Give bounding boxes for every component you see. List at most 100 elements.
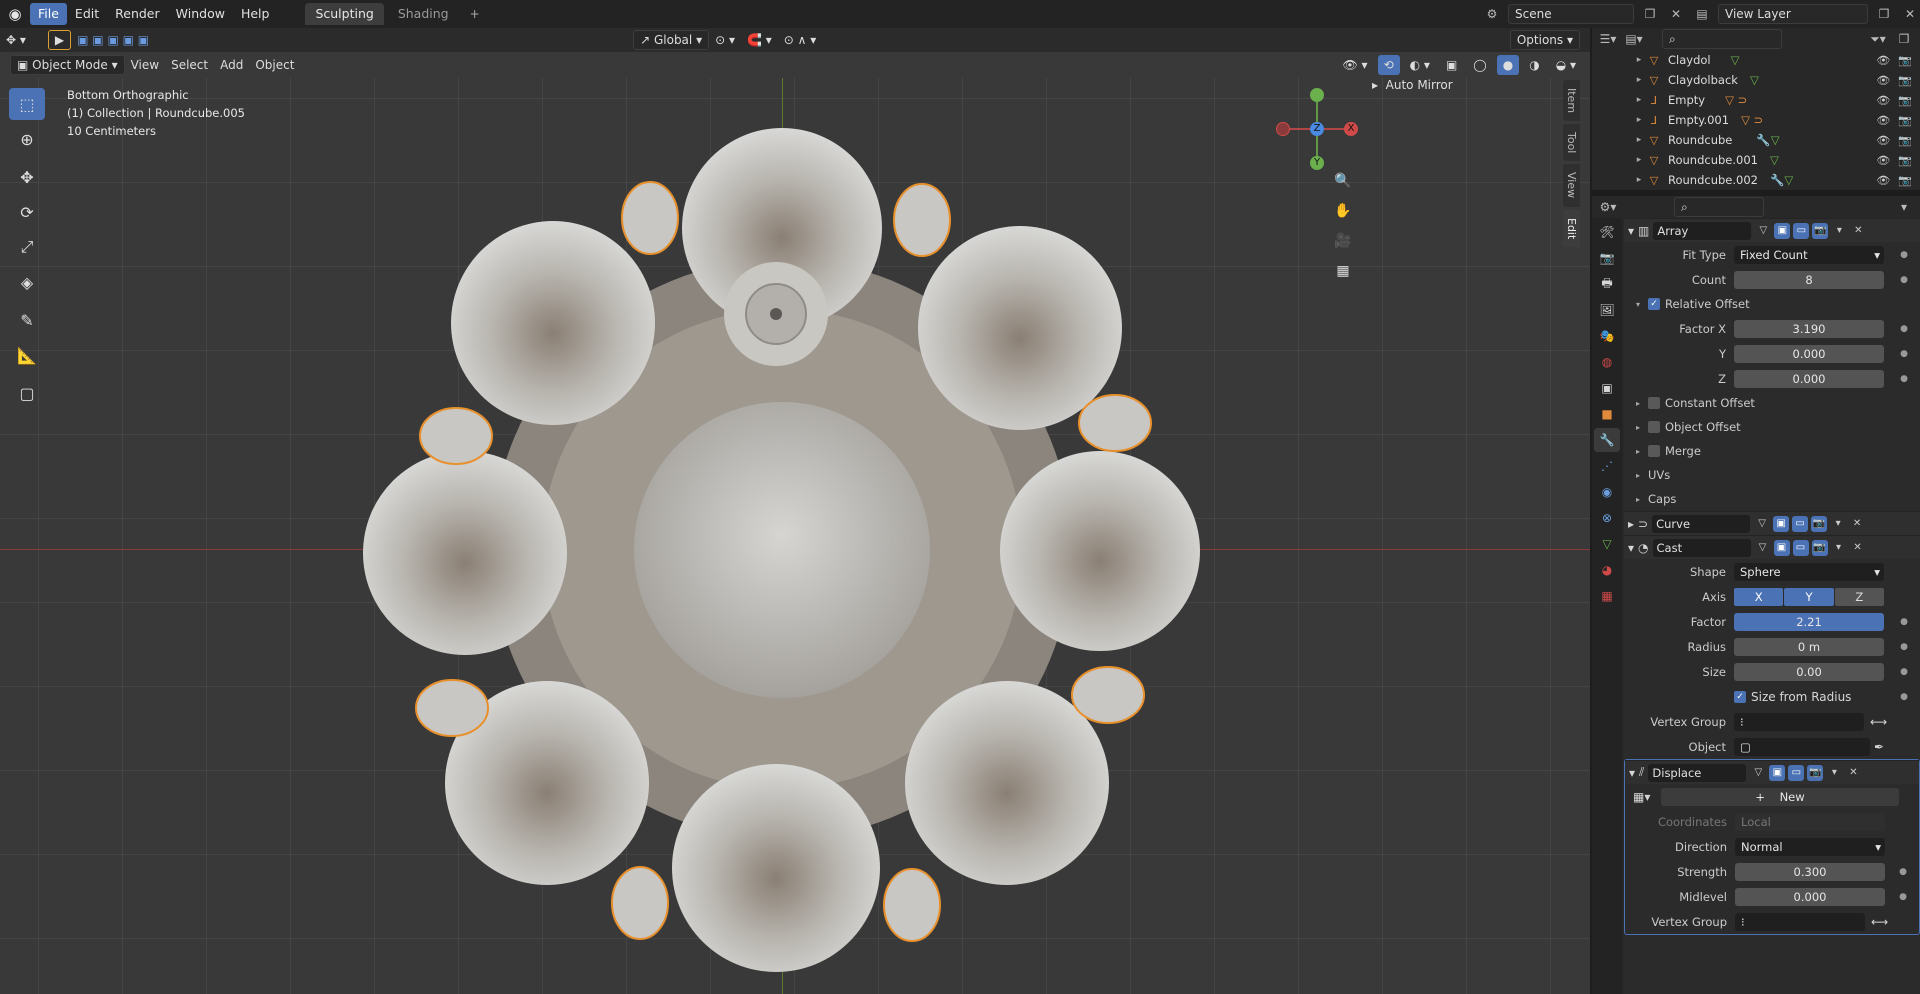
outliner-row[interactable]: ▸ ▽ Roundcube 🔧 ▽ 👁 📷: [1592, 130, 1920, 150]
invert-icon[interactable]: ⟷: [1871, 915, 1888, 929]
mode-selector[interactable]: ▣ Object Mode ▾: [10, 55, 125, 75]
physics-tab-icon[interactable]: ◉: [1594, 480, 1620, 504]
proportional-icon[interactable]: ⊙ ∧ ▾: [778, 30, 823, 50]
select-mode-icons[interactable]: ▣ ▣ ▣ ▣ ▣: [71, 30, 155, 50]
world-tab-icon[interactable]: ◍: [1594, 350, 1620, 374]
snap-icon[interactable]: 🧲 ▾: [741, 30, 778, 50]
tab-edit[interactable]: Edit: [1563, 209, 1580, 247]
properties-search-input[interactable]: ⌕: [1674, 197, 1764, 217]
factor-z-field[interactable]: 0.000: [1734, 369, 1884, 388]
properties-editor-icon[interactable]: ⚙▾: [1598, 197, 1618, 217]
outliner-editor-icon[interactable]: ☰▾: [1598, 29, 1618, 49]
menu-select[interactable]: Select: [165, 55, 214, 75]
view-layer-icon[interactable]: ▤: [1692, 4, 1712, 24]
edit-cage-icon[interactable]: ▽: [1755, 540, 1771, 556]
add-cube-icon[interactable]: ▢: [9, 377, 45, 409]
cast-modifier-header[interactable]: ▾ ◔ Cast ▽ ▣ ▭ 📷 ▾ ✕: [1624, 535, 1920, 559]
pivot-icon[interactable]: ⊙ ▾: [709, 30, 741, 50]
render-display-icon[interactable]: 📷: [1807, 764, 1824, 781]
merge-panel[interactable]: ▸ Merge: [1624, 439, 1920, 463]
auto-mirror-panel[interactable]: ▸ Auto Mirror: [1372, 78, 1453, 92]
scene-tab-icon[interactable]: 🎭: [1594, 324, 1620, 348]
menu-render[interactable]: Render: [107, 3, 168, 25]
vertex-group-field[interactable]: ⁝: [1734, 712, 1864, 731]
direction-select[interactable]: Normal ▾: [1735, 837, 1885, 856]
remove-modifier-icon[interactable]: ✕: [1845, 765, 1861, 781]
factor-y-field[interactable]: 0.000: [1734, 344, 1884, 363]
rotate-icon[interactable]: ⟳: [9, 196, 45, 228]
shading-render-icon[interactable]: ◒ ▾: [1550, 55, 1582, 75]
collapse-icon[interactable]: ▾: [1629, 766, 1635, 780]
particles-tab-icon[interactable]: ⋰: [1594, 454, 1620, 478]
render-display-icon[interactable]: 📷: [1811, 515, 1828, 532]
menu-window[interactable]: Window: [168, 3, 233, 25]
edit-mode-icon[interactable]: ▣: [1773, 515, 1790, 532]
texture-tab-icon[interactable]: ▦: [1594, 584, 1620, 608]
shading-material-icon[interactable]: ◑: [1523, 55, 1545, 75]
outliner-row[interactable]: ▸ ⅃ Empty.001 ▽ ⊃ 👁 📷: [1592, 110, 1920, 130]
size-field[interactable]: 0.00: [1734, 662, 1884, 681]
object-field[interactable]: ▢: [1734, 737, 1870, 756]
constant-offset-panel[interactable]: ▸ Constant Offset: [1624, 391, 1920, 415]
collapse-icon[interactable]: ▾: [1628, 541, 1634, 555]
view-layer-selector[interactable]: View Layer: [1718, 4, 1868, 24]
edit-cage-icon[interactable]: ▽: [1750, 765, 1766, 781]
axis-z-toggle[interactable]: Z: [1834, 587, 1884, 606]
filter-icon[interactable]: ⏷▾: [1868, 29, 1888, 49]
viewport-display-icon[interactable]: ▭: [1788, 764, 1805, 781]
viewport-display-icon[interactable]: ▭: [1793, 222, 1810, 239]
dropdown-icon[interactable]: ▾: [1826, 765, 1842, 781]
displace-modifier-header[interactable]: ▾ ⫽ Displace ▽ ▣ ▭ 📷 ▾ ✕: [1625, 760, 1919, 784]
editor-type-icon[interactable]: ✥ ▾: [0, 30, 32, 50]
remove-modifier-icon[interactable]: ✕: [1849, 516, 1865, 532]
tab-view[interactable]: View: [1563, 164, 1580, 207]
new-collection-icon[interactable]: ❐: [1894, 29, 1914, 49]
overlay-icon[interactable]: ◐ ▾: [1404, 55, 1436, 75]
fit-type-select[interactable]: Fixed Count ▾: [1734, 245, 1884, 264]
blender-logo-icon[interactable]: ◉: [0, 0, 30, 28]
annotate-icon[interactable]: ✎: [9, 304, 45, 336]
coordinates-select[interactable]: Local: [1735, 812, 1885, 831]
object-offset-panel[interactable]: ▸ Object Offset: [1624, 415, 1920, 439]
edit-mode-icon[interactable]: ▣: [1773, 539, 1790, 556]
menu-add[interactable]: Add: [214, 55, 249, 75]
shading-wire-icon[interactable]: ◯: [1467, 55, 1492, 75]
pan-hand-icon[interactable]: ✋: [1330, 198, 1356, 224]
view-layer-tab-icon[interactable]: 🖼: [1594, 298, 1620, 322]
add-workspace-button[interactable]: +: [465, 4, 485, 24]
close-scene-icon[interactable]: ✕: [1666, 4, 1686, 24]
axis-y-toggle[interactable]: Y: [1784, 587, 1834, 606]
uvs-panel[interactable]: ▸ UVs: [1624, 463, 1920, 487]
constraints-tab-icon[interactable]: ⊗: [1594, 506, 1620, 530]
select-tool-icon[interactable]: ▶: [47, 30, 72, 50]
scene-selector[interactable]: Scene: [1508, 4, 1634, 24]
material-tab-icon[interactable]: ◕: [1594, 558, 1620, 582]
eyedropper-icon[interactable]: ✒: [1874, 740, 1884, 754]
caps-panel[interactable]: ▸ Caps: [1624, 487, 1920, 511]
options-button[interactable]: Options ▾: [1509, 30, 1580, 50]
gizmo-y[interactable]: Y: [1310, 156, 1324, 170]
factor-field[interactable]: 2.21: [1734, 612, 1884, 631]
dropdown-icon[interactable]: ▾: [1830, 516, 1846, 532]
xray-icon[interactable]: ▣: [1440, 55, 1463, 75]
axis-x-toggle[interactable]: X: [1734, 587, 1784, 606]
shading-solid-icon[interactable]: ●: [1496, 55, 1520, 75]
tab-shading[interactable]: Shading: [388, 3, 459, 25]
new-texture-button[interactable]: + New: [1661, 787, 1899, 806]
dropdown-icon[interactable]: ▾: [1831, 223, 1847, 239]
tool-tab-icon[interactable]: 🛠: [1594, 220, 1620, 244]
viewport-display-icon[interactable]: ▭: [1792, 539, 1809, 556]
tab-item[interactable]: Item: [1563, 80, 1580, 122]
close-view-layer-icon[interactable]: ✕: [1900, 4, 1920, 24]
edit-mode-icon[interactable]: ▣: [1769, 764, 1786, 781]
outliner-search-input[interactable]: ⌕: [1662, 29, 1782, 49]
menu-help[interactable]: Help: [233, 3, 278, 25]
outliner-row[interactable]: ▸ ▽ Claydolback ▽ 👁 📷: [1592, 70, 1920, 90]
collapse-icon[interactable]: ▾: [1628, 224, 1634, 238]
invert-icon[interactable]: ⟷: [1870, 715, 1887, 729]
size-from-radius-checkbox[interactable]: ✓: [1734, 690, 1746, 703]
scene-icon[interactable]: ⚙: [1482, 4, 1502, 24]
outliner-row[interactable]: ▸ ▽ Roundcube.002 🔧 ▽ 👁 📷: [1592, 170, 1920, 190]
copy-scene-icon[interactable]: ❐: [1640, 4, 1660, 24]
tab-tool[interactable]: Tool: [1563, 124, 1580, 162]
